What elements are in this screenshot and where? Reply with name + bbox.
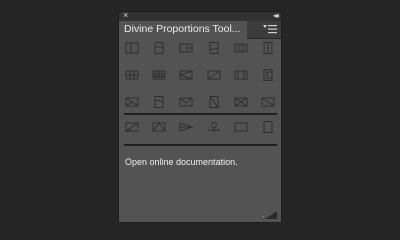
- icon-row-2: [125, 69, 275, 87]
- compass-icon[interactable]: [207, 121, 221, 133]
- golden-ratio-landscape-icon[interactable]: [234, 42, 248, 54]
- grid-thirds-icon[interactable]: [125, 69, 139, 81]
- diagonal-portrait-icon[interactable]: [207, 96, 221, 108]
- triangle-up-icon[interactable]: [152, 121, 166, 133]
- column-split-icon[interactable]: [234, 69, 248, 81]
- golden-ratio-tall-icon[interactable]: [152, 42, 166, 54]
- collapse-icon[interactable]: ◂◂: [273, 10, 279, 21]
- envelope-icon[interactable]: [179, 96, 193, 108]
- triangle-fan-icon[interactable]: [179, 121, 194, 133]
- triangle-left-icon[interactable]: [179, 69, 193, 81]
- resize-grip-icon[interactable]: [259, 211, 277, 219]
- diagonal-x-wide-icon[interactable]: [234, 96, 248, 108]
- icon-row-1: [125, 42, 275, 60]
- rectangle-icon[interactable]: [234, 121, 248, 133]
- triangle-right-icon[interactable]: [125, 121, 139, 133]
- icon-row-4: [125, 121, 275, 133]
- golden-ratio-vertical-icon[interactable]: [125, 42, 139, 54]
- rect-right-icon[interactable]: [261, 69, 275, 81]
- divine-proportions-panel: × ◂◂ Divine Proportions Tool... Open onl…: [118, 10, 282, 223]
- golden-ratio-right-icon[interactable]: [261, 42, 275, 54]
- icon-row-3: [125, 96, 275, 114]
- section-divider-top: [124, 113, 277, 115]
- section-divider-bottom: [124, 144, 277, 146]
- icon-grid: [125, 42, 275, 123]
- diagonal-x-icon[interactable]: [125, 96, 139, 108]
- grid-fine-icon[interactable]: [152, 69, 166, 81]
- golden-ratio-split-icon[interactable]: [179, 42, 193, 54]
- diagonal-split-icon[interactable]: [207, 69, 221, 81]
- open-documentation-link[interactable]: Open online documentation.: [125, 157, 238, 167]
- panel-topbar: × ◂◂: [119, 10, 281, 21]
- spiral-portrait-icon[interactable]: [152, 96, 166, 108]
- panel-tab-title[interactable]: Divine Proportions Tool...: [119, 21, 247, 39]
- diagonal-landscape-icon[interactable]: [261, 96, 275, 108]
- flyout-menu-icon[interactable]: [263, 24, 277, 34]
- close-icon[interactable]: ×: [123, 10, 128, 21]
- golden-ratio-portrait-icon[interactable]: [207, 42, 221, 54]
- panel-tab-row: Divine Proportions Tool...: [119, 21, 281, 39]
- portrait-rect-icon[interactable]: [261, 121, 275, 133]
